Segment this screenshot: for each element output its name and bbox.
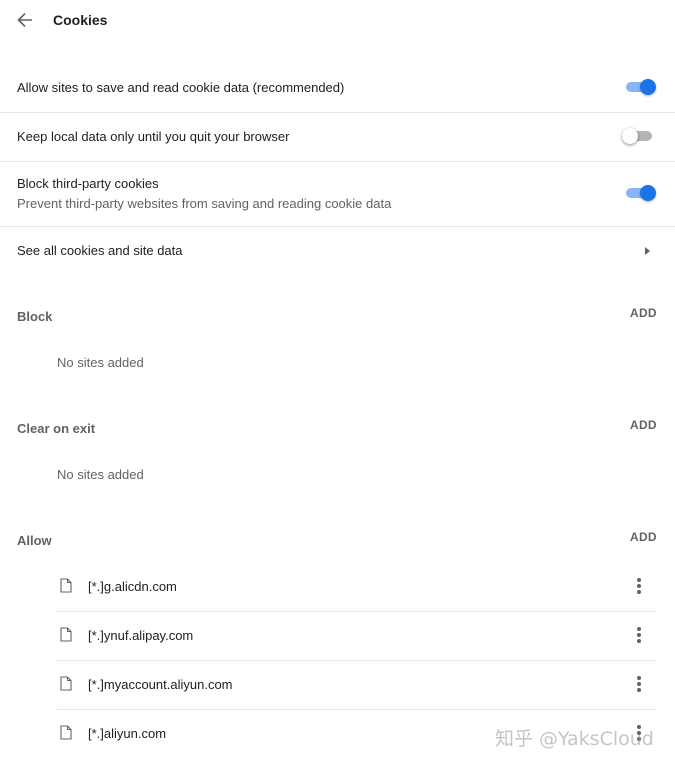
setting-label: Allow sites to save and read cookie data…: [17, 80, 345, 95]
allow-cookies-toggle[interactable]: [624, 78, 658, 96]
more-options-button[interactable]: [633, 626, 645, 644]
page-header: Cookies: [0, 0, 675, 40]
site-row[interactable]: [*.]myaccount.aliyun.com: [57, 661, 657, 710]
setting-label: See all cookies and site data: [17, 243, 183, 258]
site-name: [*.]ynuf.alipay.com: [88, 628, 194, 643]
toggle-knob: [640, 185, 656, 201]
file-icon: [60, 627, 72, 642]
site-name: [*.]g.alicdn.com: [88, 579, 177, 594]
file-icon: [60, 725, 72, 740]
toggle-knob: [640, 79, 656, 95]
file-icon: [60, 578, 72, 593]
chevron-right-icon: [645, 247, 650, 255]
site-name: [*.]myaccount.aliyun.com: [88, 677, 233, 692]
site-name: [*.]aliyun.com: [88, 726, 167, 741]
site-row[interactable]: [*.]ynuf.alipay.com: [57, 612, 657, 661]
setting-label: Keep local data only until you quit your…: [17, 129, 290, 144]
setting-sublabel: Prevent third-party websites from saving…: [17, 196, 392, 211]
keep-local-data-toggle[interactable]: [622, 127, 656, 145]
more-options-button[interactable]: [633, 675, 645, 693]
site-row[interactable]: [*.]g.alicdn.com: [57, 563, 657, 612]
more-options-button[interactable]: [633, 577, 645, 595]
page-title: Cookies: [53, 12, 108, 28]
see-all-cookies-link[interactable]: See all cookies and site data: [0, 227, 675, 275]
clear-on-exit-empty-text: No sites added: [57, 467, 144, 482]
allow-section-title: Allow: [17, 533, 52, 548]
back-button[interactable]: [14, 9, 36, 31]
file-icon: [60, 676, 72, 691]
setting-row-keep-local-data[interactable]: Keep local data only until you quit your…: [0, 113, 675, 161]
setting-label: Block third-party cookies: [17, 176, 159, 191]
arrow-back-icon: [17, 12, 32, 28]
block-empty-text: No sites added: [57, 355, 144, 370]
allow-add-button[interactable]: ADD: [630, 530, 657, 544]
block-add-button[interactable]: ADD: [630, 306, 657, 320]
setting-row-block-third-party[interactable]: Block third-party cookies Prevent third-…: [0, 162, 675, 226]
block-section-title: Block: [17, 309, 53, 324]
toggle-knob: [622, 128, 638, 144]
clear-on-exit-add-button[interactable]: ADD: [630, 418, 657, 432]
watermark: 知乎 @YaksCloud: [495, 728, 654, 750]
setting-row-allow-cookies[interactable]: Allow sites to save and read cookie data…: [0, 64, 675, 112]
clear-on-exit-section-title: Clear on exit: [17, 421, 96, 436]
block-third-party-toggle[interactable]: [624, 184, 658, 202]
